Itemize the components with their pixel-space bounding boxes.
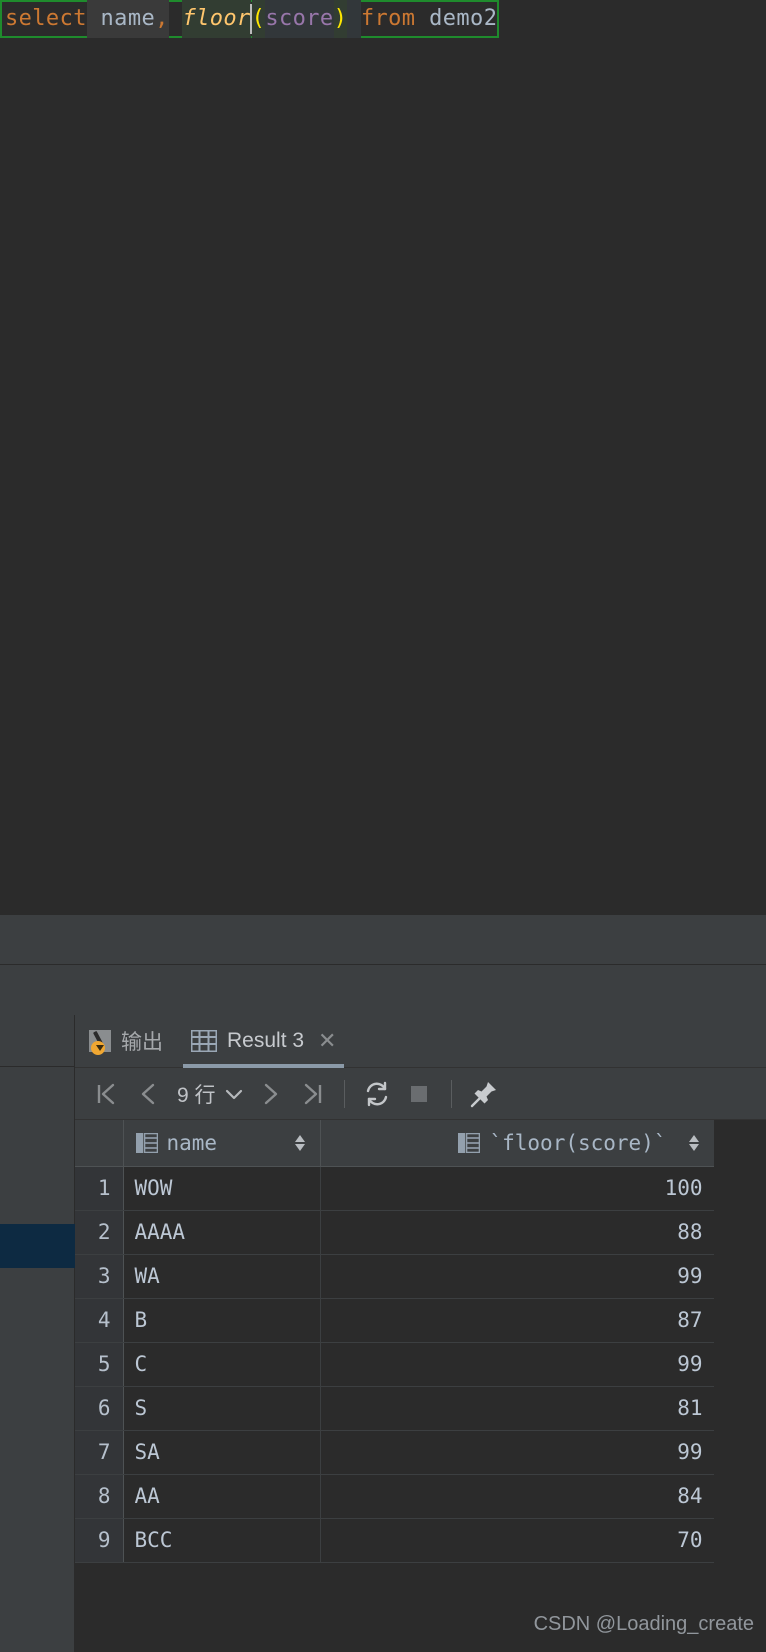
cell-value[interactable]: 100 [320,1166,715,1211]
cell-value[interactable]: 99 [320,1254,715,1299]
column-header-name[interactable]: name [123,1120,321,1167]
panel-divider-strip[interactable] [0,964,766,1015]
tab-result-3-label: Result 3 [227,1029,305,1052]
cell-value[interactable]: 99 [320,1342,715,1387]
column-header-floor-score[interactable]: `floor(score)` [320,1120,715,1167]
first-page-icon[interactable] [87,1074,127,1114]
row-number: 3 [75,1254,124,1299]
cell-name[interactable]: AAAA [123,1210,321,1255]
table-row[interactable]: 5 C 99 [75,1342,715,1387]
cell-name[interactable]: WOW [123,1166,321,1211]
output-icon [89,1030,111,1055]
refresh-icon[interactable] [357,1074,397,1114]
row-number: 1 [75,1166,124,1211]
table-row[interactable]: 2 AAAA 88 [75,1210,715,1255]
cell-value[interactable]: 99 [320,1430,715,1475]
column-header-floor-score-label: `floor(score)` [489,1130,667,1155]
sql-token-space-1 [86,0,101,38]
cell-name[interactable]: SA [123,1430,321,1475]
tab-active-underline [183,1063,345,1068]
cell-name[interactable]: C [123,1342,321,1387]
toolbar-separator-2 [450,1079,452,1108]
result-tab-bar[interactable]: 输出 Result 3 ✕ [75,1015,766,1068]
table-header-row: name `floor(score)` [75,1120,715,1167]
table-row[interactable]: 6 S 81 [75,1386,715,1431]
services-bottom-panel: 输出 Result 3 ✕ 9 行 name `floor(score)` 1 … [0,1015,766,1652]
editor-bottom-strip [0,915,766,964]
tab-output[interactable]: 输出 [75,1015,177,1068]
result-grid-area[interactable]: name `floor(score)` 1 WOW 100 2 AAAA 88 … [75,1120,766,1652]
cell-name[interactable]: WA [123,1254,321,1299]
stop-icon[interactable] [399,1074,439,1114]
close-icon[interactable]: ✕ [318,1030,336,1052]
cell-value[interactable]: 84 [320,1474,715,1519]
cell-value[interactable]: 81 [320,1386,715,1431]
column-icon [458,1132,481,1153]
row-number: 9 [75,1518,124,1563]
row-number: 5 [75,1342,124,1387]
table-row[interactable]: 7 SA 99 [75,1430,715,1475]
result-navigation-toolbar[interactable]: 9 行 [75,1068,766,1120]
last-page-icon[interactable] [292,1074,332,1114]
previous-page-icon[interactable] [129,1074,169,1114]
cell-name[interactable]: AA [123,1474,321,1519]
sql-token-identifier-name: name [100,0,156,38]
sql-token-comma: , [155,0,169,38]
cell-name[interactable]: BCC [123,1518,321,1563]
row-count-label[interactable]: 9 行 [171,1079,218,1109]
sql-token-keyword-select: select [5,6,87,31]
sql-query-line[interactable]: select name , floor ( score ) from demo2 [0,0,500,38]
sql-token-identifier-demo2: demo2 [429,6,498,31]
sql-token-function-floor: floor [182,0,251,38]
tab-result-3[interactable]: Result 3 ✕ [177,1015,350,1068]
grid-right-filler [714,1120,766,1652]
row-number: 4 [75,1298,124,1343]
sql-token-space-3 [347,0,361,38]
sql-token-space-2 [169,0,183,38]
table-row[interactable]: 1 WOW 100 [75,1166,715,1211]
sort-arrows-icon[interactable] [292,1131,308,1155]
next-page-icon[interactable] [250,1074,290,1114]
result-table: name `floor(score)` 1 WOW 100 2 AAAA 88 … [75,1120,715,1563]
table-row[interactable]: 9 BCC 70 [75,1518,715,1563]
watermark-text: CSDN @Loading_create [533,1613,754,1635]
cell-value[interactable]: 87 [320,1298,715,1343]
table-body: 1 WOW 100 2 AAAA 88 3 WA 99 4 B 87 5 C 9… [75,1166,715,1563]
app-root: select name , floor ( score ) from demo2 [0,0,766,1652]
column-icon [135,1132,158,1153]
row-number: 7 [75,1430,124,1475]
sql-token-paren-open: ( [251,0,266,38]
table-row[interactable]: 3 WA 99 [75,1254,715,1299]
cell-value[interactable]: 88 [320,1210,715,1255]
chevron-down-icon[interactable] [220,1074,248,1114]
row-number: 6 [75,1386,124,1431]
gutter-cell-top[interactable] [0,1015,75,1067]
gutter-selected-row[interactable] [0,1224,75,1268]
column-header-rownum [75,1120,124,1167]
sql-token-keyword-from: from [360,6,416,31]
pin-icon[interactable] [464,1074,504,1114]
table-row[interactable]: 4 B 87 [75,1298,715,1343]
cell-name[interactable]: S [123,1386,321,1431]
row-number: 2 [75,1210,124,1255]
tab-output-label: 输出 [121,1031,163,1054]
sql-token-param-score: score [265,0,334,38]
cell-value[interactable]: 70 [320,1518,715,1563]
table-header: name `floor(score)` [75,1120,715,1167]
sql-token-space-4 [415,0,429,38]
column-header-name-label: name [166,1130,218,1155]
sql-editor[interactable]: select name , floor ( score ) from demo2 [0,0,766,915]
toolbar-separator-1 [343,1079,345,1108]
grid-icon [190,1029,218,1053]
table-row[interactable]: 8 AA 84 [75,1474,715,1519]
sort-arrows-icon[interactable] [686,1131,702,1155]
sql-token-paren-close: ) [333,0,348,38]
tool-window-gutter[interactable] [0,1015,75,1652]
row-number: 8 [75,1474,124,1519]
gutter-cell-second[interactable] [0,1067,75,1129]
cell-name[interactable]: B [123,1298,321,1343]
